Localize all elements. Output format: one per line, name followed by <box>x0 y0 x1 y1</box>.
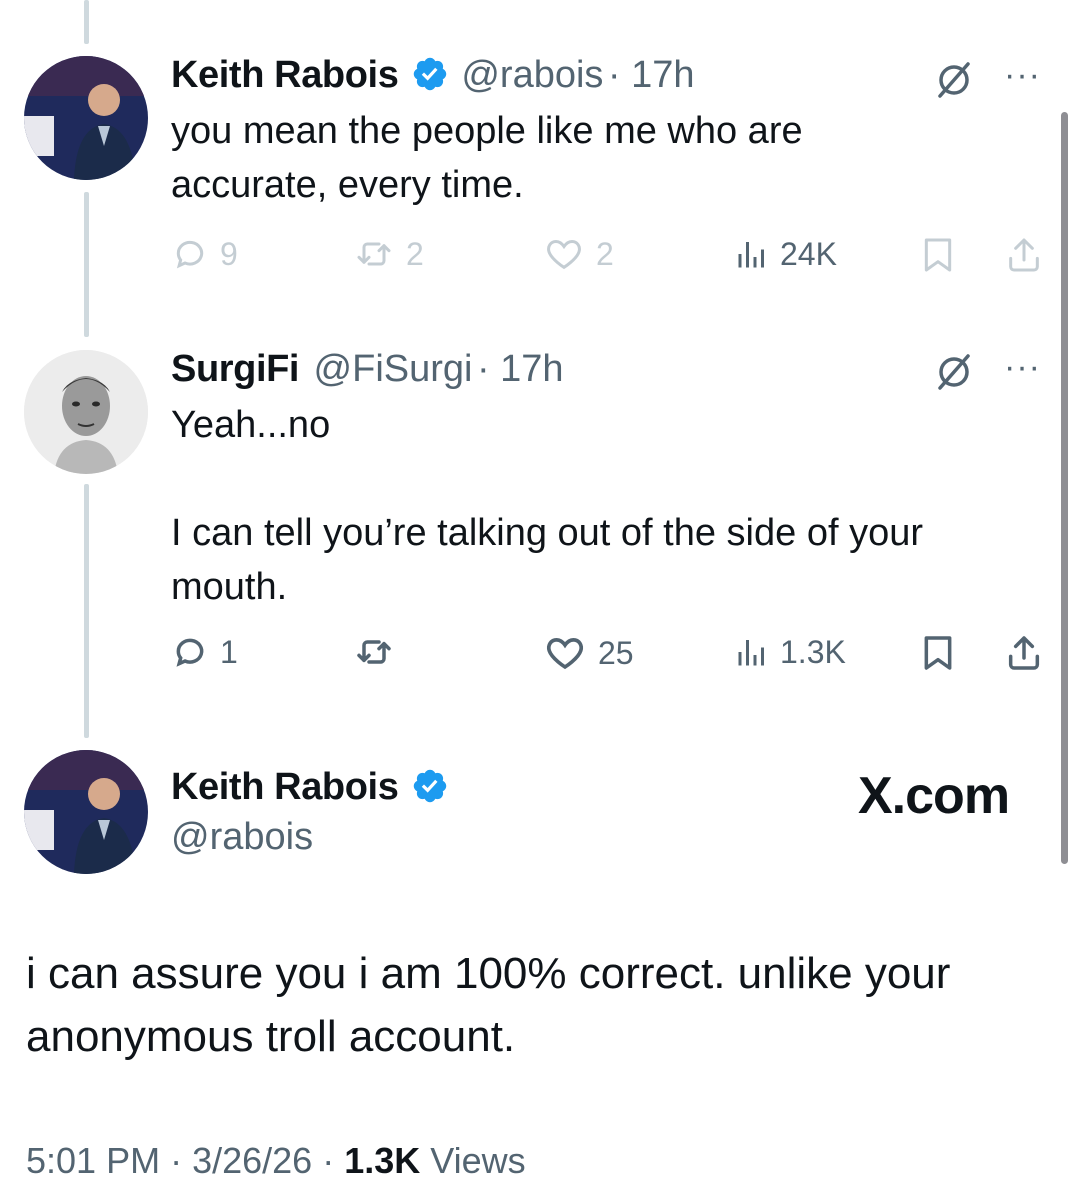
verified-badge-icon <box>413 769 447 803</box>
bookmark-button[interactable] <box>918 632 958 674</box>
reply-button[interactable]: 9 <box>170 234 238 274</box>
tweet-text-line: mouth. <box>171 566 288 608</box>
retweet-icon <box>357 640 391 664</box>
grok-icon[interactable] <box>934 60 974 100</box>
author-handle[interactable]: @rabois <box>461 54 603 96</box>
reply-button[interactable]: 1 <box>170 632 238 672</box>
tweet-meta: 5:01 PM · 3/26/26 · 1.3K Views <box>26 1140 526 1182</box>
tweet-time[interactable]: · 17h <box>608 54 695 96</box>
tweet-text-line: Yeah...no <box>171 404 331 446</box>
tweet2-text: Yeah...no I can tell you’re talking out … <box>171 398 1031 614</box>
reply-icon <box>176 240 204 269</box>
author-handle[interactable]: @FiSurgi <box>314 348 473 390</box>
retweet-button[interactable] <box>352 632 396 672</box>
main-tweet-header: Keith Rabois <box>171 766 449 809</box>
views-count: 1.3K <box>344 1140 421 1181</box>
views-button[interactable]: 24K <box>734 234 837 274</box>
tweet-time[interactable]: · 17h <box>477 348 564 390</box>
separator-dot: · <box>170 1140 193 1181</box>
like-button[interactable]: 25 <box>542 632 634 674</box>
views-count: 1.3K <box>780 633 846 670</box>
more-options-icon[interactable]: ··· <box>1004 58 1041 92</box>
main-tweet-text: i can assure you i am 100% correct. unli… <box>26 949 951 1061</box>
reply-count: 9 <box>220 235 238 272</box>
tweet2-header: SurgiFi @FiSurgi · 17h <box>171 348 564 391</box>
heart-icon <box>546 638 584 670</box>
views-count: 24K <box>780 235 837 272</box>
author-handle[interactable]: @rabois <box>171 816 313 859</box>
author-name[interactable]: Keith Rabois <box>171 766 399 808</box>
retweet-button[interactable]: 2 <box>352 234 424 274</box>
share-button[interactable] <box>1004 234 1044 276</box>
tweet1-actions: 9 2 2 24K <box>170 234 1050 284</box>
author-name[interactable]: Keith Rabois <box>171 54 399 96</box>
tweet1-text: you mean the people like me who are accu… <box>171 104 803 212</box>
views-bars-icon <box>738 640 764 666</box>
author-name[interactable]: SurgiFi <box>171 348 299 390</box>
scrollbar[interactable] <box>1061 112 1068 864</box>
thread-line-2 <box>84 484 89 738</box>
verified-badge-icon <box>413 57 447 91</box>
thread-line-1 <box>84 192 89 337</box>
like-count: 2 <box>596 235 614 272</box>
tweet1-header: Keith Rabois @rabois · 17h <box>171 54 695 97</box>
separator-dot: · <box>322 1140 345 1181</box>
reply-icon <box>176 638 204 667</box>
retweet-icon <box>357 242 391 266</box>
avatar-surgifi[interactable] <box>24 350 148 474</box>
tweet-timestamp[interactable]: 5:01 PM <box>26 1140 160 1181</box>
like-button[interactable]: 2 <box>542 234 614 274</box>
tweet-text-line: I can tell you’re talking out of the sid… <box>171 512 923 554</box>
bookmark-icon <box>924 636 952 670</box>
tweet-date[interactable]: 3/26/26 <box>192 1140 312 1181</box>
avatar-keith-rabois[interactable] <box>24 56 148 180</box>
tweet-text-line: you mean the people like me who are <box>171 110 803 152</box>
avatar-keith-rabois[interactable] <box>24 750 148 874</box>
bookmark-button[interactable] <box>918 234 958 276</box>
tweet-text-line: accurate, every time. <box>171 164 524 206</box>
thread-line-top <box>84 0 89 44</box>
views-button[interactable]: 1.3K <box>734 632 846 672</box>
views-label: Views <box>430 1140 526 1181</box>
retweet-count: 2 <box>406 235 424 272</box>
bookmark-icon <box>924 238 952 272</box>
reply-count: 1 <box>220 633 238 670</box>
tweet2-actions: 1 25 1.3K <box>170 632 1050 682</box>
x-brand-watermark: X.com <box>858 767 1010 825</box>
share-button[interactable] <box>1004 632 1044 674</box>
views-bars-icon <box>738 242 764 268</box>
grok-icon[interactable] <box>934 352 974 392</box>
heart-icon <box>547 239 581 270</box>
share-icon <box>1009 238 1039 272</box>
more-options-icon[interactable]: ··· <box>1004 350 1041 384</box>
share-icon <box>1008 636 1040 670</box>
like-count: 25 <box>598 634 634 671</box>
